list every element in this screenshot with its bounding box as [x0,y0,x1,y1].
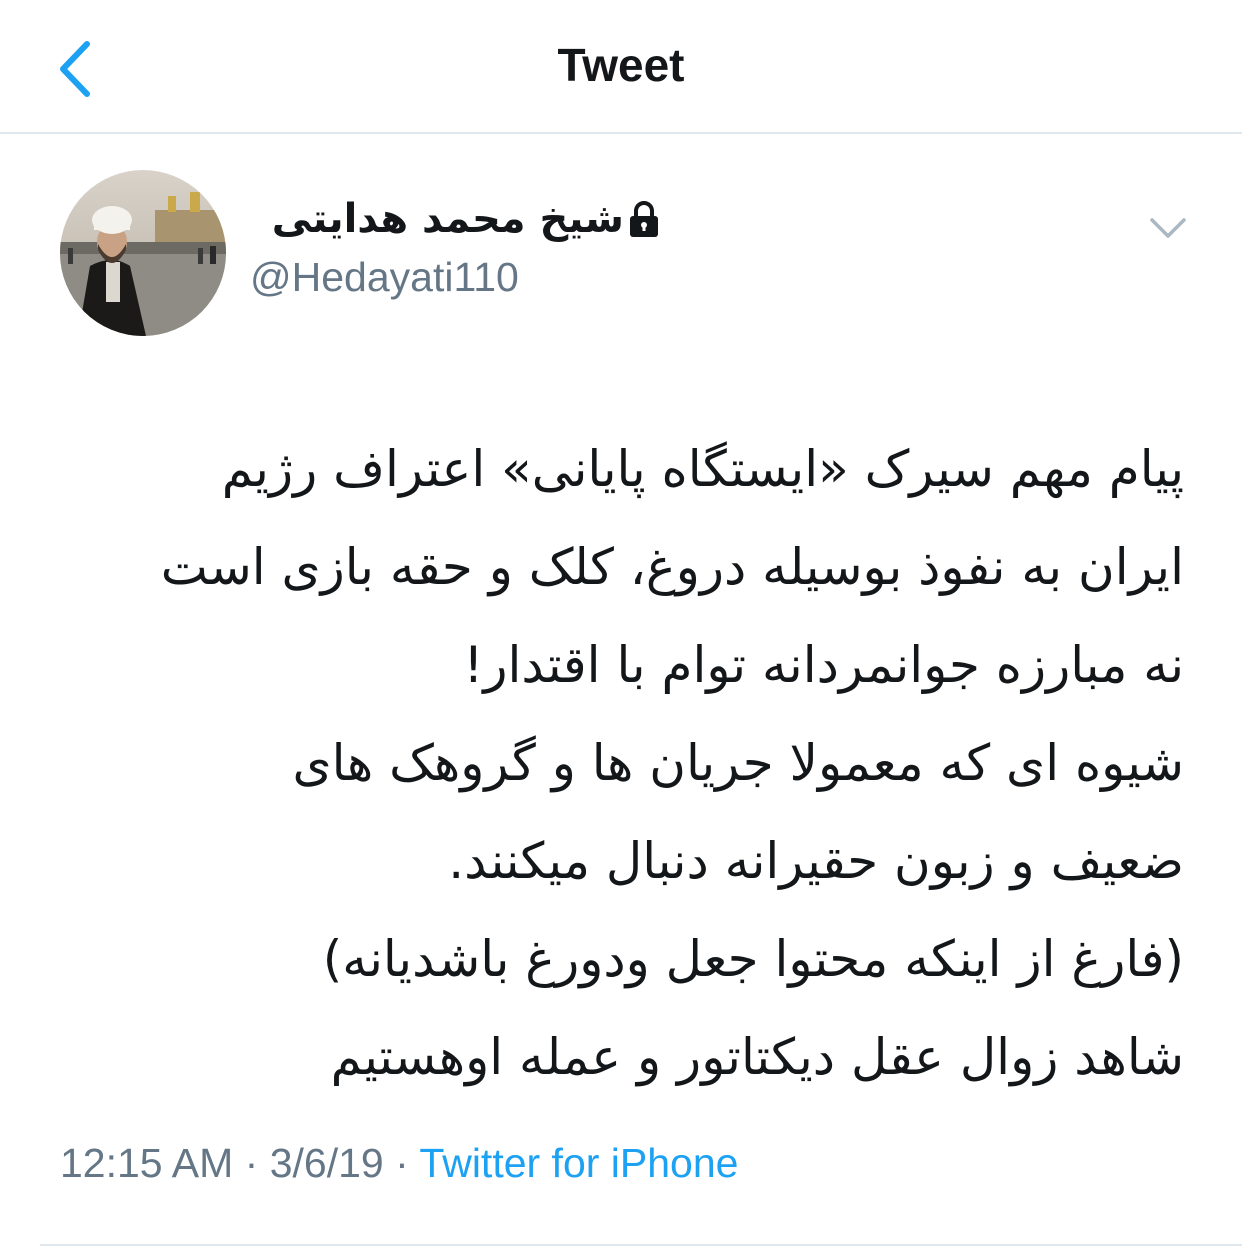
tweet-metadata: 12:15 AM · 3/6/19 · Twitter for iPhone [60,1140,738,1187]
meta-separator: · [244,1140,259,1186]
display-name: شیخ محمد هدایتی [271,196,624,242]
tweet-line: (فارغ از اینکه محتوا جعل ودورغ باشدیانه) [322,930,1184,988]
divider [40,1244,1242,1246]
avatar[interactable] [60,170,226,336]
avatar-photo [60,170,226,336]
author-name-row[interactable]: شیخ محمد هدایتی [272,196,682,242]
author-handle[interactable]: @Hedayati110 [250,254,519,301]
page-title: Tweet [557,39,685,91]
meta-separator: · [395,1140,409,1186]
tweet-source-link[interactable]: Twitter for iPhone [419,1140,738,1186]
tweet-line: ایران به نفوذ بوسیله دروغ، کلک و حقه باز… [160,538,1184,596]
chevron-down-icon [1150,218,1186,238]
lock-icon [630,201,658,237]
tweet-line: نه مبارزه جوانمردانه توام با اقتدار! [463,636,1184,694]
tweet-line: شیوه ای که معمولا جریان ها و گروهک های [292,734,1184,792]
tweet-line: شاهد زوال عقل دیکتاتور و عمله اوهستیم [330,1028,1184,1086]
navigation-bar: Tweet [0,0,1242,134]
tweet-date: 3/6/19 [269,1140,384,1186]
tweet-line: ضعیف و زبون حقیرانه دنبال میکنند. [448,832,1184,890]
tweet-time: 12:15 AM [60,1140,234,1186]
tweet-line: پیام مهم سیرک «ایستگاه پایانی» اعتراف رژ… [221,440,1184,498]
tweet-text: پیام مهم سیرک «ایستگاه پایانی» اعتراف رژ… [60,420,1184,1106]
tweet-menu-button[interactable] [1146,208,1190,248]
